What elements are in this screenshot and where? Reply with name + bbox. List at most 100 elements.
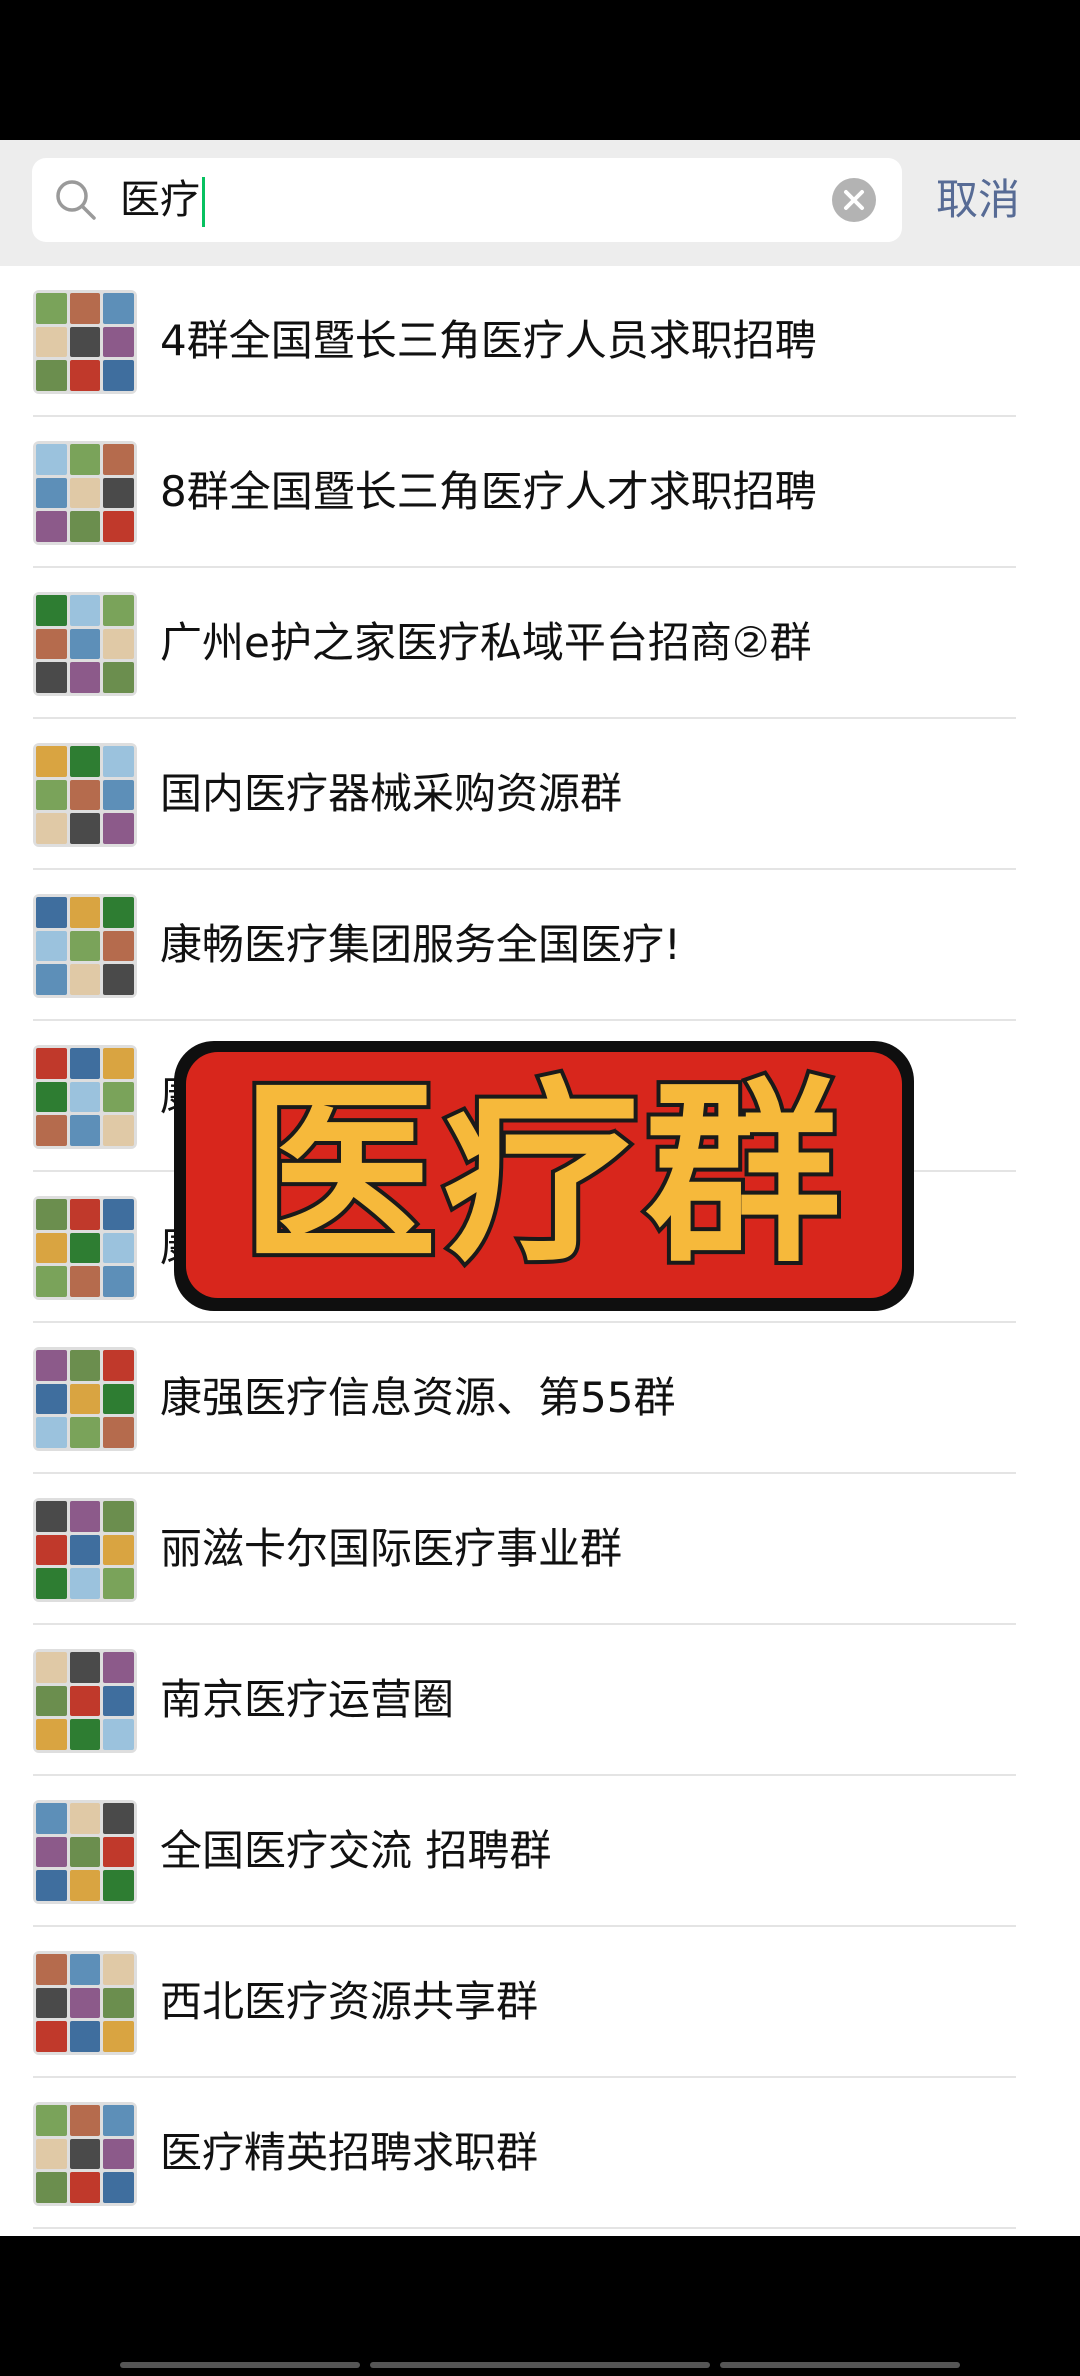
avatar-tile bbox=[36, 511, 67, 542]
avatar-tile bbox=[69, 511, 101, 542]
result-title: 南京医疗运营圈 bbox=[160, 1675, 455, 1724]
avatar-tile bbox=[36, 1685, 67, 1717]
group-avatar bbox=[33, 1800, 137, 1904]
avatar-tile bbox=[36, 1719, 67, 1750]
search-result-row[interactable]: 国内医疗器械采购资源群 bbox=[0, 719, 1080, 870]
avatar-tile bbox=[103, 2105, 134, 2136]
avatar-tile bbox=[103, 1719, 134, 1750]
avatar-tile bbox=[103, 1987, 134, 2019]
avatar-tile bbox=[36, 1115, 67, 1146]
avatar-tile bbox=[36, 2138, 67, 2170]
group-avatar bbox=[33, 441, 137, 545]
avatar-tile bbox=[69, 930, 101, 962]
avatar-tile bbox=[103, 511, 134, 542]
avatar-tile bbox=[103, 293, 134, 324]
avatar-tile bbox=[103, 779, 134, 811]
avatar-tile bbox=[36, 1199, 67, 1230]
result-title: 丽滋卡尔国际医疗事业群 bbox=[160, 1524, 623, 1573]
group-avatar bbox=[33, 1951, 137, 2055]
result-title: 康畅医疗集团服务全国医疗! bbox=[160, 920, 681, 969]
avatar-tile bbox=[36, 1232, 67, 1264]
avatar-tile bbox=[103, 1870, 134, 1901]
avatar-tile bbox=[69, 1501, 101, 1532]
avatar-tile bbox=[36, 2021, 67, 2052]
avatar-tile bbox=[103, 897, 134, 928]
avatar-tile bbox=[36, 813, 67, 844]
avatar-tile bbox=[69, 1685, 101, 1717]
group-avatar bbox=[33, 743, 137, 847]
row-divider bbox=[33, 2227, 1016, 2229]
avatar-tile bbox=[69, 1568, 101, 1599]
group-avatar bbox=[33, 290, 137, 394]
avatar-tile bbox=[69, 1803, 101, 1834]
gesture-bar-right bbox=[720, 2362, 960, 2368]
avatar-tile bbox=[69, 1048, 101, 1079]
avatar-tile bbox=[103, 1417, 134, 1448]
search-result-row[interactable]: 8群全国暨长三角医疗人才求职招聘 bbox=[0, 417, 1080, 568]
avatar-tile bbox=[36, 1081, 67, 1113]
result-title: 国内医疗器械采购资源群 bbox=[160, 769, 623, 818]
avatar-tile bbox=[103, 930, 134, 962]
avatar-tile bbox=[36, 360, 67, 391]
avatar-tile bbox=[103, 1836, 134, 1868]
group-avatar bbox=[33, 2102, 137, 2206]
clear-icon[interactable] bbox=[832, 178, 876, 222]
avatar-tile bbox=[36, 326, 67, 358]
avatar-tile bbox=[69, 1870, 101, 1901]
avatar-tile bbox=[36, 1350, 67, 1381]
avatar-tile bbox=[36, 628, 67, 660]
avatar-tile bbox=[36, 1534, 67, 1566]
avatar-tile bbox=[69, 293, 101, 324]
avatar-tile bbox=[69, 779, 101, 811]
search-result-row[interactable]: 4群全国暨长三角医疗人员求职招聘 bbox=[0, 266, 1080, 417]
avatar-tile bbox=[36, 1501, 67, 1532]
group-avatar bbox=[33, 894, 137, 998]
avatar-tile bbox=[36, 1048, 67, 1079]
search-result-row[interactable]: 广州e护之家医疗私域平台招商②群 bbox=[0, 568, 1080, 719]
search-result-row[interactable]: 全国医疗交流 招聘群 bbox=[0, 1776, 1080, 1927]
search-icon bbox=[56, 180, 96, 220]
avatar-tile bbox=[69, 746, 101, 777]
avatar-tile bbox=[103, 1081, 134, 1113]
avatar-tile bbox=[103, 444, 134, 475]
result-title: 康强医疗信息资源、第55群 bbox=[160, 1373, 676, 1422]
avatar-tile bbox=[103, 1115, 134, 1146]
result-title: 广州e护之家医疗私域平台招商②群 bbox=[160, 618, 812, 667]
avatar-tile bbox=[36, 1652, 67, 1683]
search-result-row[interactable]: 南京医疗运营圈 bbox=[0, 1625, 1080, 1776]
avatar-tile bbox=[103, 2172, 134, 2203]
search-box[interactable]: 医疗 bbox=[32, 158, 902, 242]
avatar-tile bbox=[36, 662, 67, 693]
search-result-row[interactable]: 丽滋卡尔国际医疗事业群 bbox=[0, 1474, 1080, 1625]
result-title: 西北医疗资源共享群 bbox=[160, 1977, 539, 2026]
avatar-tile bbox=[69, 1081, 101, 1113]
avatar-tile bbox=[103, 1568, 134, 1599]
avatar-tile bbox=[69, 477, 101, 509]
search-result-row[interactable]: 西北医疗资源共享群 bbox=[0, 1927, 1080, 2078]
group-avatar bbox=[33, 1347, 137, 1451]
gesture-bar-left bbox=[120, 2362, 360, 2368]
avatar-tile bbox=[69, 2021, 101, 2052]
avatar-tile bbox=[36, 964, 67, 995]
avatar-tile bbox=[69, 2138, 101, 2170]
avatar-tile bbox=[36, 2105, 67, 2136]
avatar-tile bbox=[69, 360, 101, 391]
avatar-tile bbox=[103, 1048, 134, 1079]
search-input[interactable]: 医疗 bbox=[120, 172, 205, 228]
avatar-tile bbox=[36, 1383, 67, 1415]
avatar-tile bbox=[103, 628, 134, 660]
avatar-tile bbox=[36, 779, 67, 811]
avatar-tile bbox=[69, 326, 101, 358]
avatar-tile bbox=[103, 1954, 134, 1985]
cancel-button[interactable]: 取消 bbox=[936, 172, 1020, 228]
avatar-tile bbox=[69, 1954, 101, 1985]
avatar-tile bbox=[103, 2138, 134, 2170]
overlay-title: 医疗群 bbox=[237, 1061, 847, 1289]
overlay-banner: 医疗群 bbox=[186, 1052, 902, 1298]
search-result-row[interactable]: 康强医疗信息资源、第55群 bbox=[0, 1323, 1080, 1474]
search-result-row[interactable]: 医疗精英招聘求职群 bbox=[0, 2078, 1080, 2229]
group-avatar bbox=[33, 1498, 137, 1602]
avatar-tile bbox=[69, 813, 101, 844]
avatar-tile bbox=[36, 1954, 67, 1985]
search-result-row[interactable]: 康畅医疗集团服务全国医疗! bbox=[0, 870, 1080, 1021]
